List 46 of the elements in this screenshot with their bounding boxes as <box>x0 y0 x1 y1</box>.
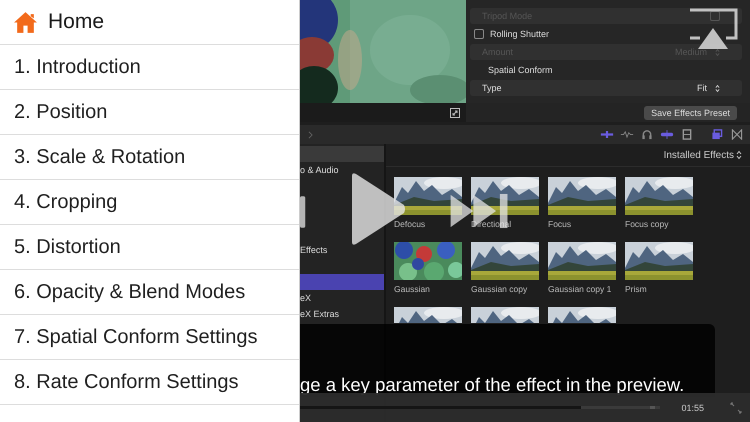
effect-name: Gaussian copy 1 <box>548 284 612 294</box>
airplay-icon[interactable] <box>688 8 738 50</box>
effect-name: Gaussian copy <box>471 284 528 294</box>
headphones-icon[interactable] <box>640 129 654 140</box>
chapter-item[interactable]: 4. Cropping <box>0 180 299 225</box>
effect-name: Focus copy <box>625 219 670 229</box>
chapter-item[interactable]: 8. Rate Conform Settings <box>0 360 299 405</box>
updown-icon <box>715 48 720 56</box>
updown-icon <box>715 84 720 92</box>
clip-icon[interactable] <box>600 129 614 140</box>
updown-icon <box>736 150 742 160</box>
checkbox[interactable] <box>710 11 720 21</box>
section-label: Rolling Shutter <box>490 29 550 39</box>
effect-name: Defocus <box>394 219 426 229</box>
home-icon <box>13 10 38 34</box>
section-label: Spatial Conform <box>487 65 553 75</box>
caption-text: ge a key parameter of the effect in the preview. <box>300 374 684 396</box>
time-label: 01:55 <box>681 402 704 412</box>
checkbox[interactable] <box>474 29 484 39</box>
effect-name: Prism <box>625 284 648 294</box>
skip-back-icon[interactable] <box>300 196 307 228</box>
setting-label: Type <box>482 83 502 93</box>
popup-menu[interactable]: Fit <box>697 83 707 93</box>
resize-icon[interactable] <box>730 402 742 414</box>
effect-name: Gaussian <box>394 284 431 294</box>
library-item[interactable]: Effects <box>300 242 384 258</box>
library-item[interactable]: o & Audio <box>300 162 384 178</box>
windows-icon[interactable] <box>710 129 724 140</box>
chapter-item[interactable]: 7. Spatial Conform Settings <box>0 315 299 360</box>
library-item[interactable]: eX <box>300 290 384 306</box>
chapter-item[interactable]: 1. Introduction <box>0 45 299 90</box>
chevron-icon[interactable] <box>308 130 313 138</box>
chapter-item[interactable]: 5. Distortion <box>0 225 299 270</box>
fullscreen-icon[interactable] <box>450 108 460 118</box>
home-item[interactable]: Home <box>0 0 299 45</box>
effects-filter[interactable]: Installed Effects <box>664 150 734 160</box>
effect-name: Focus <box>548 219 572 229</box>
save-preset-button[interactable]: Save Effects Preset <box>644 106 737 120</box>
chapter-item[interactable]: 2. Position <box>0 90 299 135</box>
film-icon[interactable] <box>680 129 694 140</box>
chapter-item[interactable]: 6. Opacity & Blend Modes <box>0 270 299 315</box>
snap-icon[interactable] <box>660 129 674 140</box>
waveform-icon[interactable] <box>620 129 634 140</box>
chapter-item[interactable]: 3. Scale & Rotation <box>0 135 299 180</box>
transition-icon[interactable] <box>730 129 744 140</box>
library-item[interactable]: eX Extras <box>300 306 384 322</box>
